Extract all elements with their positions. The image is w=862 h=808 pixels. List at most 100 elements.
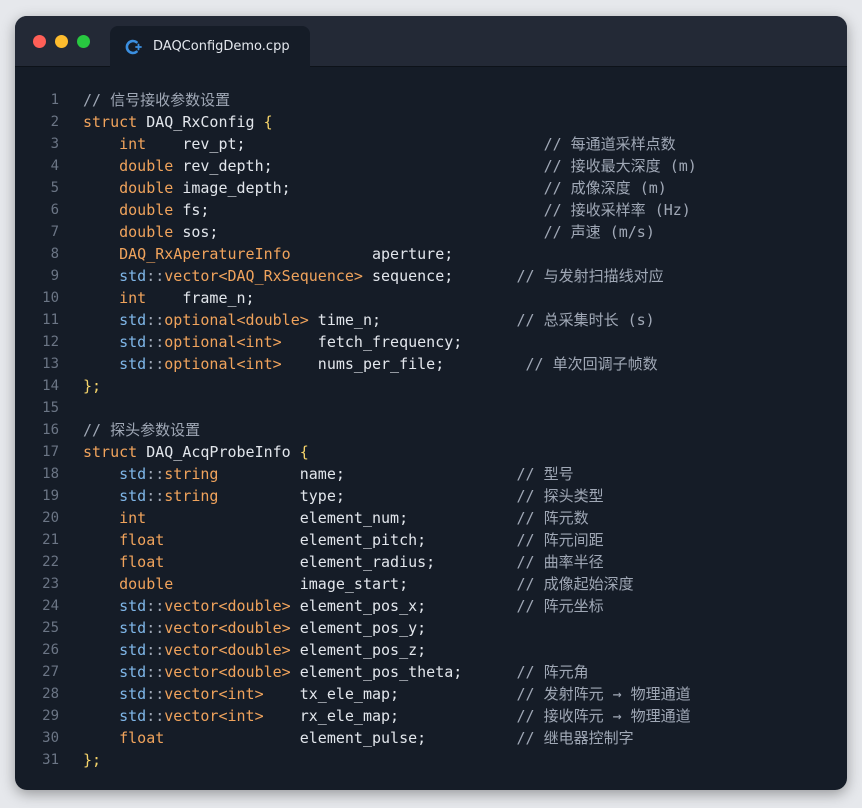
code-line: 23 double image_start; // 成像起始深度	[15, 573, 847, 595]
code-line: 9 std::vector<DAQ_RxSequence> sequence; …	[15, 265, 847, 287]
code-line: 18 std::string name; // 型号	[15, 463, 847, 485]
maximize-window-button[interactable]	[77, 35, 90, 48]
brace-token: {	[299, 443, 309, 461]
type-token: vector<int>	[164, 685, 264, 703]
type-token: optional<double>	[164, 311, 309, 329]
type-token: string	[164, 465, 219, 483]
code-line: 29 std::vector<int> rx_ele_map; // 接收阵元 …	[15, 705, 847, 727]
comment-token: // 信号接收参数设置	[83, 91, 231, 109]
line-number: 28	[42, 686, 59, 702]
namespace-token: std	[119, 465, 147, 483]
tab-label: DAQConfigDemo.cpp	[153, 39, 290, 54]
keyword-token: double	[119, 201, 174, 219]
code-token: element_pos_z;	[290, 641, 427, 659]
code-text: float element_pitch; // 阵元间距	[83, 529, 603, 551]
tab-daqconfigdemo[interactable]: DAQConfigDemo.cpp	[110, 26, 310, 67]
operator-token: ::	[146, 641, 165, 659]
code-text: std::vector<double> element_pos_x; // 阵元…	[83, 595, 603, 617]
code-token: fs;	[173, 201, 210, 219]
comment-token: // 单次回调子帧数	[525, 355, 658, 373]
code-token: element_pos_y;	[290, 619, 427, 637]
line-number: 19	[42, 488, 59, 504]
code-text: };	[83, 375, 101, 397]
line-number: 6	[50, 202, 59, 218]
code-token: image_start;	[173, 575, 409, 593]
line-number: 15	[42, 400, 59, 416]
code-text: std::vector<double> element_pos_y;	[83, 617, 426, 639]
code-token: element_radius;	[164, 553, 436, 571]
code-line: 30 float element_pulse; // 继电器控制字	[15, 727, 847, 749]
code-editor[interactable]: 1// 信号接收参数设置 2 struct DAQ_RxConfig {3 int …	[15, 89, 847, 771]
namespace-token: std	[119, 663, 147, 681]
code-text: double image_depth; // 成像深度 (m)	[83, 177, 667, 199]
line-number: 24	[42, 598, 59, 614]
operator-token: ::	[146, 487, 165, 505]
code-text: // 信号接收参数设置	[83, 89, 230, 111]
code-line: 5 double image_depth; // 成像深度 (m)	[15, 177, 847, 199]
comment-token: // 接收最大深度 (m)	[543, 157, 697, 175]
title-bar: DAQConfigDemo.cpp	[15, 16, 847, 67]
code-line: 6 double fs; // 接收采样率 (Hz)	[15, 199, 847, 221]
keyword-token: struct	[83, 443, 147, 461]
minimize-window-button[interactable]	[55, 35, 68, 48]
comment-token: // 成像深度 (m)	[543, 179, 667, 197]
namespace-token: std	[119, 487, 147, 505]
comment-token: // 发射阵元 → 物理通道	[516, 685, 691, 703]
operator-token: ::	[146, 597, 165, 615]
line-number: 18	[42, 466, 59, 482]
code-token: DAQ_AcqProbeInfo	[146, 443, 300, 461]
operator-token: ::	[146, 267, 165, 285]
namespace-token: std	[119, 707, 147, 725]
line-number: 4	[50, 158, 59, 174]
keyword-token: double	[119, 575, 174, 593]
type-token: vector<double>	[164, 663, 291, 681]
code-text: float element_radius; // 曲率半径	[83, 551, 603, 573]
code-text: std::optional<int> nums_per_file; // 单次回…	[83, 353, 658, 375]
comment-token: // 阵元数	[516, 509, 589, 527]
comment-token: // 声速 (m/s)	[543, 223, 655, 241]
close-window-button[interactable]	[33, 35, 46, 48]
code-text: int rev_pt; // 每通道采样点数	[83, 133, 676, 155]
code-line: 14};	[15, 375, 847, 397]
operator-token: ::	[146, 311, 165, 329]
line-number: 1	[50, 92, 59, 108]
code-token: rev_pt;	[146, 135, 246, 153]
comment-token: // 每通道采样点数	[543, 135, 676, 153]
code-text: double fs; // 接收采样率 (Hz)	[83, 199, 691, 221]
code-line: 19 std::string type; // 探头类型	[15, 485, 847, 507]
code-line: 21 float element_pitch; // 阵元间距	[15, 529, 847, 551]
namespace-token: std	[119, 641, 147, 659]
code-line: 20 int element_num; // 阵元数	[15, 507, 847, 529]
keyword-token: double	[119, 157, 174, 175]
code-line: 28 std::vector<int> tx_ele_map; // 发射阵元 …	[15, 683, 847, 705]
line-number: 12	[42, 334, 59, 350]
line-number: 26	[42, 642, 59, 658]
line-number: 7	[50, 224, 59, 240]
line-number: 17	[42, 444, 59, 460]
code-text: double image_start; // 成像起始深度	[83, 573, 633, 595]
line-number: 5	[50, 180, 59, 196]
code-line: 24 std::vector<double> element_pos_x; //…	[15, 595, 847, 617]
code-text: double rev_depth; // 接收最大深度 (m)	[83, 155, 697, 177]
code-line: 10 int frame_n;	[15, 287, 847, 309]
code-token: type;	[218, 487, 345, 505]
code-token: sos;	[173, 223, 219, 241]
code-token: fetch_frequency;	[281, 333, 463, 351]
code-token: nums_per_file;	[281, 355, 445, 373]
code-token: rx_ele_map;	[263, 707, 400, 725]
keyword-token: double	[119, 179, 174, 197]
code-line: 31};	[15, 749, 847, 771]
